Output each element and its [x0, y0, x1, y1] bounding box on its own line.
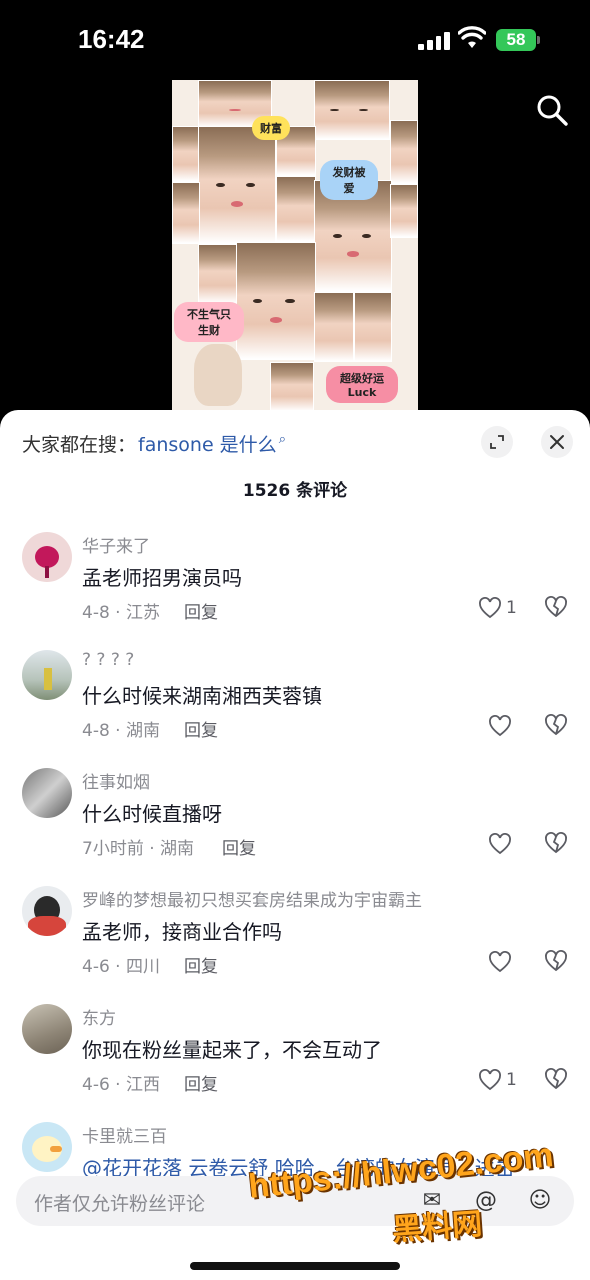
broken-heart-icon[interactable]	[543, 594, 569, 620]
cellular-signal-icon	[418, 32, 450, 50]
emoji-icon[interactable]: ☺	[526, 1187, 554, 1215]
home-indicator	[190, 1262, 400, 1270]
comment-username[interactable]: 东方	[82, 1004, 116, 1029]
expand-icon	[490, 435, 504, 449]
comment-item: 罗峰的梦想最初只想买套房结果成为宇宙霸主 孟老师，接商业合作吗 4-6 · 四川…	[0, 886, 590, 1004]
like-button[interactable]: 1	[478, 594, 517, 622]
comment-username[interactable]: 华子来了	[82, 532, 150, 557]
photo-tile	[276, 176, 316, 242]
comment-text: 你现在粉丝量起来了，不会互动了	[82, 1038, 382, 1062]
photo-tile	[354, 292, 392, 362]
avatar[interactable]	[22, 768, 72, 818]
broken-heart-icon[interactable]	[543, 948, 569, 974]
comment-username[interactable]: 罗峰的梦想最初只想买套房结果成为宇宙霸主	[82, 886, 422, 911]
comment-text: 孟老师，接商业合作吗	[82, 920, 282, 944]
photo-tile	[172, 182, 200, 244]
comment-item: 东方 你现在粉丝量起来了，不会互动了 4-6 · 江西 回复 1	[0, 1004, 590, 1122]
comment-username[interactable]: ? ? ? ?	[82, 650, 134, 670]
comment-username[interactable]: 往事如烟	[82, 768, 150, 793]
trending-search[interactable]: 大家都在搜： fansone 是什么 ⌕	[22, 428, 286, 458]
like-count: 1	[506, 1070, 517, 1090]
like-button[interactable]	[488, 712, 516, 740]
battery-tip-icon	[537, 36, 540, 44]
avatar[interactable]	[22, 532, 72, 582]
like-count: 1	[506, 598, 517, 618]
comment-meta: 7小时前 · 湖南	[82, 839, 195, 859]
like-button[interactable]	[488, 830, 516, 858]
comment-item: 往事如烟 什么时候直播呀 7小时前 · 湖南 回复	[0, 768, 590, 886]
photo-tile	[390, 184, 418, 238]
photo-tile	[314, 292, 354, 362]
avatar[interactable]	[22, 1004, 72, 1054]
photo-tile	[198, 244, 238, 304]
close-button[interactable]	[541, 426, 573, 458]
expand-button[interactable]	[481, 426, 513, 458]
sticker-luck-love: 发财被爱	[320, 160, 378, 200]
sticker-super-luck: 超级好运 Luck	[326, 366, 398, 403]
broken-heart-icon[interactable]	[543, 1066, 569, 1092]
avatar[interactable]	[22, 650, 72, 700]
comment-meta: 4-8 · 湖南	[82, 721, 160, 741]
comment-meta: 4-6 · 江西	[82, 1075, 160, 1095]
close-icon	[550, 435, 564, 449]
heart-icon	[489, 951, 511, 973]
comment-text: 什么时候直播呀	[82, 802, 222, 826]
status-bar: 16:42 58	[0, 0, 590, 80]
comment-text: 什么时候来湖南湘西芙蓉镇	[82, 684, 322, 708]
photo-tile	[390, 120, 418, 184]
reply-button[interactable]: 回复	[184, 598, 218, 623]
comment-username[interactable]: 卡里就三百	[82, 1122, 167, 1147]
search-small-icon: ⌕	[278, 431, 286, 447]
watermark-name: 黑料网	[391, 1206, 484, 1249]
heart-icon	[489, 833, 511, 855]
comment-input-placeholder: 作者仅允许粉丝评论	[34, 1193, 206, 1215]
trending-search-prefix: 大家都在搜：	[22, 433, 137, 456]
battery-level: 58	[496, 29, 536, 51]
broken-heart-icon[interactable]	[543, 712, 569, 738]
heart-icon	[479, 597, 501, 619]
search-icon[interactable]	[534, 92, 570, 128]
photo-tile	[236, 242, 316, 360]
photo-tile	[172, 126, 200, 182]
heart-icon	[489, 715, 511, 737]
trending-search-term[interactable]: fansone 是什么	[138, 430, 277, 457]
cat-illustration	[194, 344, 242, 406]
reply-button[interactable]: 回复	[222, 834, 256, 859]
comment-meta: 4-6 · 四川	[82, 957, 160, 977]
reply-button[interactable]: 回复	[184, 716, 218, 741]
sticker-wealth: 财富	[252, 116, 290, 140]
status-time: 16:42	[78, 24, 145, 54]
reply-button[interactable]: 回复	[184, 1070, 218, 1095]
photo-tile	[270, 362, 314, 412]
video-player[interactable]: 财富 发财被爱 不生气只生财 超级好运 Luck	[172, 80, 418, 412]
wifi-icon	[458, 26, 486, 48]
heart-icon	[479, 1069, 501, 1091]
sticker-no-anger: 不生气只生财	[174, 302, 244, 342]
comment-count: 1526 条评论	[242, 481, 348, 501]
comment-text: 孟老师招男演员吗	[82, 566, 242, 590]
like-button[interactable]	[488, 948, 516, 976]
like-button[interactable]: 1	[478, 1066, 517, 1094]
comment-item: 华子来了 孟老师招男演员吗 4-8 · 江苏 回复 1	[0, 532, 590, 650]
comment-item: ? ? ? ? 什么时候来湖南湘西芙蓉镇 4-8 · 湖南 回复	[0, 650, 590, 768]
comment-meta: 4-8 · 江苏	[82, 603, 160, 623]
broken-heart-icon[interactable]	[543, 830, 569, 856]
photo-tile	[198, 126, 276, 244]
reply-button[interactable]: 回复	[184, 952, 218, 977]
avatar[interactable]	[22, 1122, 72, 1172]
photo-tile	[314, 80, 390, 140]
avatar[interactable]	[22, 886, 72, 936]
